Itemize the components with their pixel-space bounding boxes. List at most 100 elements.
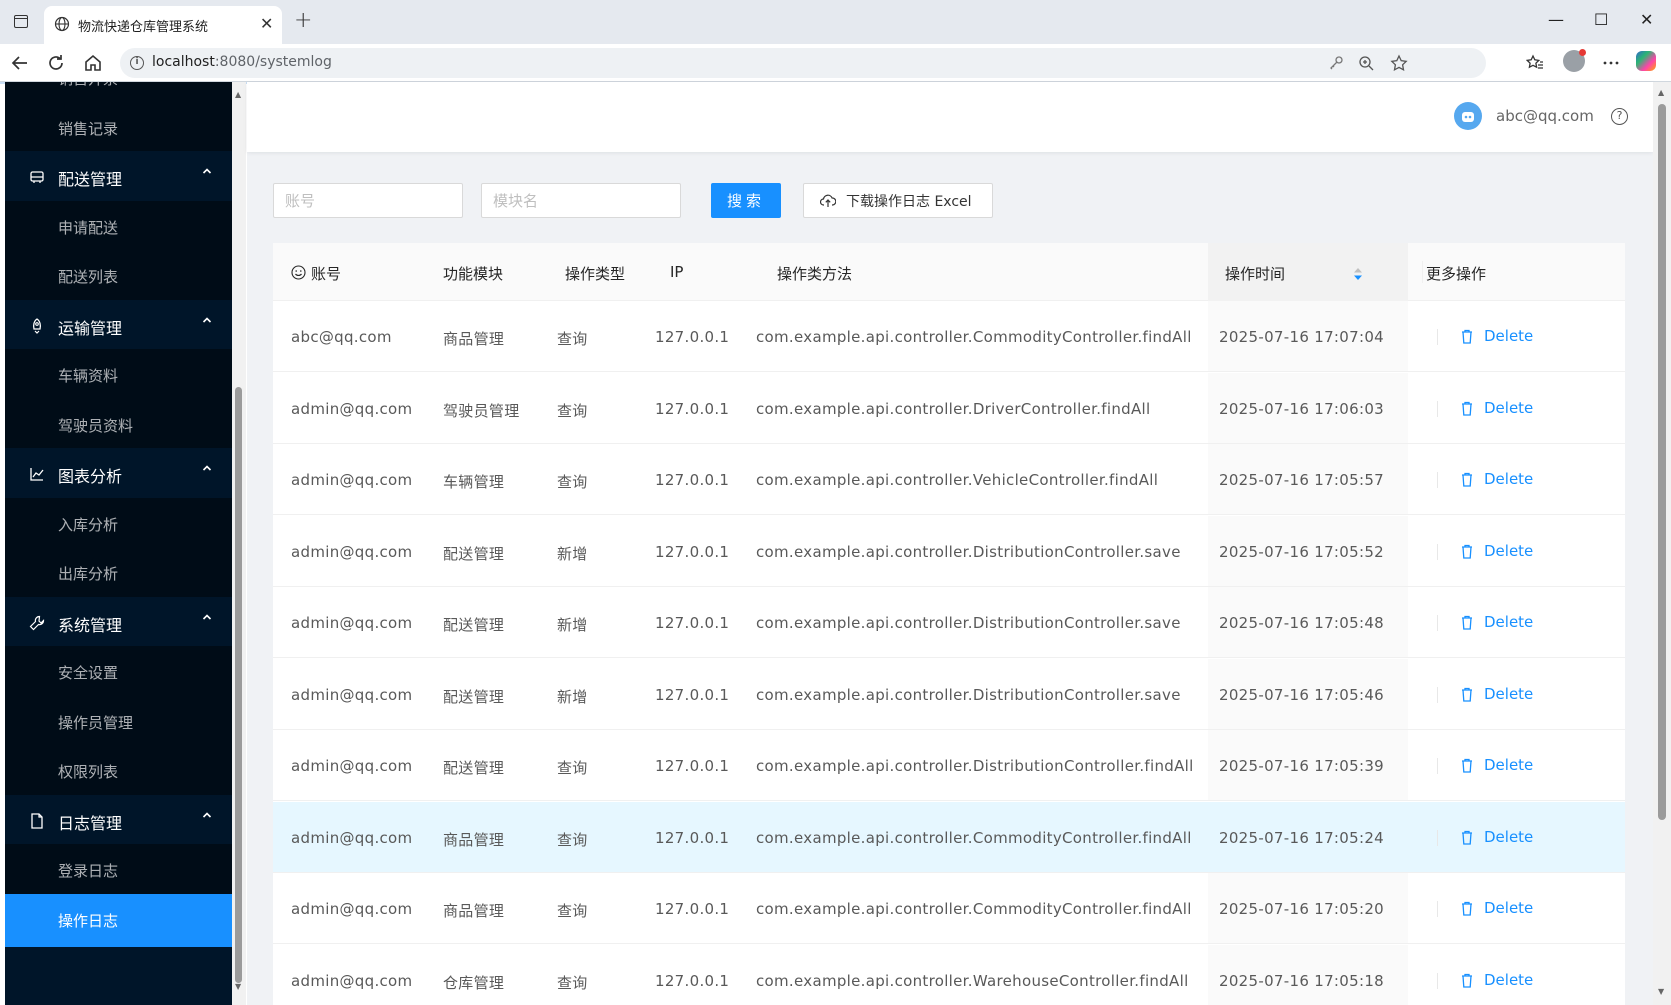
column-header-module[interactable]: 功能模块 xyxy=(443,263,503,284)
sidebar-item-7[interactable]: 驾驶员资料 xyxy=(5,398,232,452)
download-excel-button[interactable]: 下载操作日志 Excel xyxy=(803,183,993,218)
sidebar-item-17[interactable]: 操作日志 xyxy=(5,893,232,947)
sidebar-item-3[interactable]: 申请配送 xyxy=(5,200,232,254)
new-tab-button[interactable]: + xyxy=(294,8,312,33)
sidebar-item-label: 操作日志 xyxy=(58,911,119,930)
module-search-input[interactable] xyxy=(481,183,681,218)
sidebar-item-1[interactable]: 销售记录 xyxy=(5,101,232,155)
profile-avatar[interactable] xyxy=(1563,49,1586,72)
sidebar-scroll-thumb[interactable] xyxy=(235,387,242,983)
column-header-method[interactable]: 操作类方法 xyxy=(777,263,852,284)
account-search-input[interactable] xyxy=(273,183,463,218)
favorite-star-icon[interactable] xyxy=(1390,54,1408,72)
favorites-icon[interactable] xyxy=(1526,54,1544,72)
page-scroll-down-icon[interactable]: ▼ xyxy=(1658,987,1664,996)
cell-time: 2025-07-16 17:05:57 xyxy=(1219,471,1385,489)
sidebar-item-13[interactable]: 操作员管理 xyxy=(5,695,232,749)
search-button[interactable]: 搜索 xyxy=(711,183,781,218)
cell-type: 查询 xyxy=(557,830,588,849)
copilot-icon[interactable] xyxy=(1636,51,1656,71)
sidebar-item-9[interactable]: 入库分析 xyxy=(5,497,232,551)
sidebar-item-4[interactable]: 配送列表 xyxy=(5,250,232,303)
cell-account: admin@qq.com xyxy=(291,399,413,418)
trash-icon xyxy=(1462,758,1472,773)
user-email[interactable]: abc@qq.com xyxy=(1496,107,1594,125)
column-header-ip[interactable]: IP xyxy=(670,263,683,281)
table-row[interactable]: admin@qq.com 仓库管理 查询 127.0.0.1 com.example.a… xyxy=(273,944,1625,1005)
delete-label: Delete xyxy=(1484,827,1534,846)
sidebar-item-2-group[interactable]: 配送管理 xyxy=(5,151,232,204)
table-row[interactable]: admin@qq.com 驾驶员管理 查询 127.0.0.1 com.example.… xyxy=(273,372,1625,444)
cell-method: com.example.api.controller.VehicleContro… xyxy=(756,471,1159,489)
cell-time: 2025-07-16 17:05:20 xyxy=(1219,900,1385,918)
tab-actions-icon[interactable] xyxy=(14,15,28,28)
table-row[interactable]: admin@qq.com 配送管理 查询 127.0.0.1 com.example.a… xyxy=(273,730,1625,801)
table-row[interactable]: admin@qq.com 商品管理 查询 127.0.0.1 com.example.a… xyxy=(273,801,1625,873)
truck-icon xyxy=(29,169,45,185)
delete-label: Delete xyxy=(1484,613,1534,631)
sidebar-item-15-group[interactable]: 日志管理 xyxy=(5,794,232,848)
column-header-account[interactable]: 账号 xyxy=(311,263,341,284)
page-scrollbar[interactable]: ▲ ▼ xyxy=(1653,82,1671,1005)
site-info-icon[interactable]: i xyxy=(130,56,144,70)
user-avatar[interactable] xyxy=(1454,102,1482,130)
sidebar-item-14[interactable]: 权限列表 xyxy=(5,745,232,798)
minimize-button[interactable]: — xyxy=(1548,10,1564,29)
help-icon[interactable]: ? xyxy=(1611,108,1628,125)
table-row[interactable]: admin@qq.com 配送管理 新增 127.0.0.1 com.example.a… xyxy=(273,658,1625,730)
reload-icon[interactable] xyxy=(46,53,66,73)
sidebar-item-16[interactable]: 登录日志 xyxy=(5,844,232,897)
sidebar-item-label: 权限列表 xyxy=(58,763,119,781)
key-icon[interactable] xyxy=(1328,55,1344,71)
app-page: 销售开票销售记录配送管理申请配送配送列表运输管理车辆资料驾驶员资料图表分析入库分… xyxy=(0,82,1671,1005)
table-row[interactable]: admin@qq.com 配送管理 新增 127.0.0.1 com.example.a… xyxy=(273,587,1625,658)
column-header-time[interactable]: 操作时间 xyxy=(1225,263,1285,284)
cell-method: com.example.api.controller.DistributionC… xyxy=(756,757,1194,775)
sort-icon[interactable] xyxy=(1354,268,1362,280)
table-row[interactable]: admin@qq.com 配送管理 新增 127.0.0.1 com.example.a… xyxy=(273,515,1625,587)
url-field[interactable]: i localhost:8080/systemlog xyxy=(120,48,1486,78)
sidebar-item-8-group[interactable]: 图表分析 xyxy=(5,448,232,501)
cell-ip: 127.0.0.1 xyxy=(655,971,730,990)
scroll-down-arrow-icon[interactable]: ▼ xyxy=(235,982,241,991)
back-icon[interactable] xyxy=(10,53,30,73)
browser-tab[interactable]: 物流快递仓库管理系统 ✕ xyxy=(44,6,282,44)
tab-close-icon[interactable]: ✕ xyxy=(260,14,273,33)
cell-type: 查询 xyxy=(557,973,588,992)
cell-module: 商品管理 xyxy=(443,902,505,920)
maximize-button[interactable]: ☐ xyxy=(1594,10,1608,29)
sidebar-item-11-group[interactable]: 系统管理 xyxy=(5,596,232,650)
sidebar-item-10[interactable]: 出库分析 xyxy=(5,547,232,600)
sidebar-item-5-group[interactable]: 运输管理 xyxy=(5,299,232,353)
close-window-button[interactable]: ✕ xyxy=(1640,10,1653,29)
more-menu-icon[interactable] xyxy=(1602,54,1620,72)
table-row[interactable]: admin@qq.com 车辆管理 查询 127.0.0.1 com.example.a… xyxy=(273,444,1625,515)
globe-icon xyxy=(54,16,70,32)
sidebar-item-12[interactable]: 安全设置 xyxy=(5,646,232,699)
sidebar-item-label: 入库分析 xyxy=(58,515,119,534)
page-scroll-up-icon[interactable]: ▲ xyxy=(1658,88,1664,97)
delete-label: Delete xyxy=(1484,470,1534,488)
table-row[interactable]: admin@qq.com 商品管理 查询 127.0.0.1 com.example.a… xyxy=(273,873,1625,944)
sidebar-item-label: 操作员管理 xyxy=(58,713,134,732)
scroll-up-arrow-icon[interactable]: ▲ xyxy=(235,90,241,99)
home-icon[interactable] xyxy=(83,53,103,73)
zoom-icon[interactable] xyxy=(1358,55,1374,71)
cell-ip: 127.0.0.1 xyxy=(655,471,730,489)
cell-account: admin@qq.com xyxy=(291,757,413,775)
cell-time: 2025-07-16 17:07:04 xyxy=(1219,328,1385,346)
column-header-type[interactable]: 操作类型 xyxy=(565,263,625,284)
delete-label: Delete xyxy=(1484,684,1534,703)
cell-module: 配送管理 xyxy=(443,616,505,634)
trash-icon xyxy=(1462,901,1472,916)
trash-icon xyxy=(1462,615,1472,630)
cell-module: 配送管理 xyxy=(443,759,505,777)
sidebar-item-6[interactable]: 车辆资料 xyxy=(5,349,232,402)
table-row[interactable]: abc@qq.com 商品管理 查询 127.0.0.1 com.example.api… xyxy=(273,301,1625,372)
sidebar-item-label: 安全设置 xyxy=(58,664,119,682)
cell-method: com.example.api.controller.DistributionC… xyxy=(756,542,1181,561)
page-scroll-thumb[interactable] xyxy=(1658,104,1666,820)
cell-type: 新增 xyxy=(557,687,588,706)
download-excel-label: 下载操作日志 Excel xyxy=(846,193,972,210)
sidebar-scrollbar[interactable]: ▲ ▼ xyxy=(232,82,246,1005)
